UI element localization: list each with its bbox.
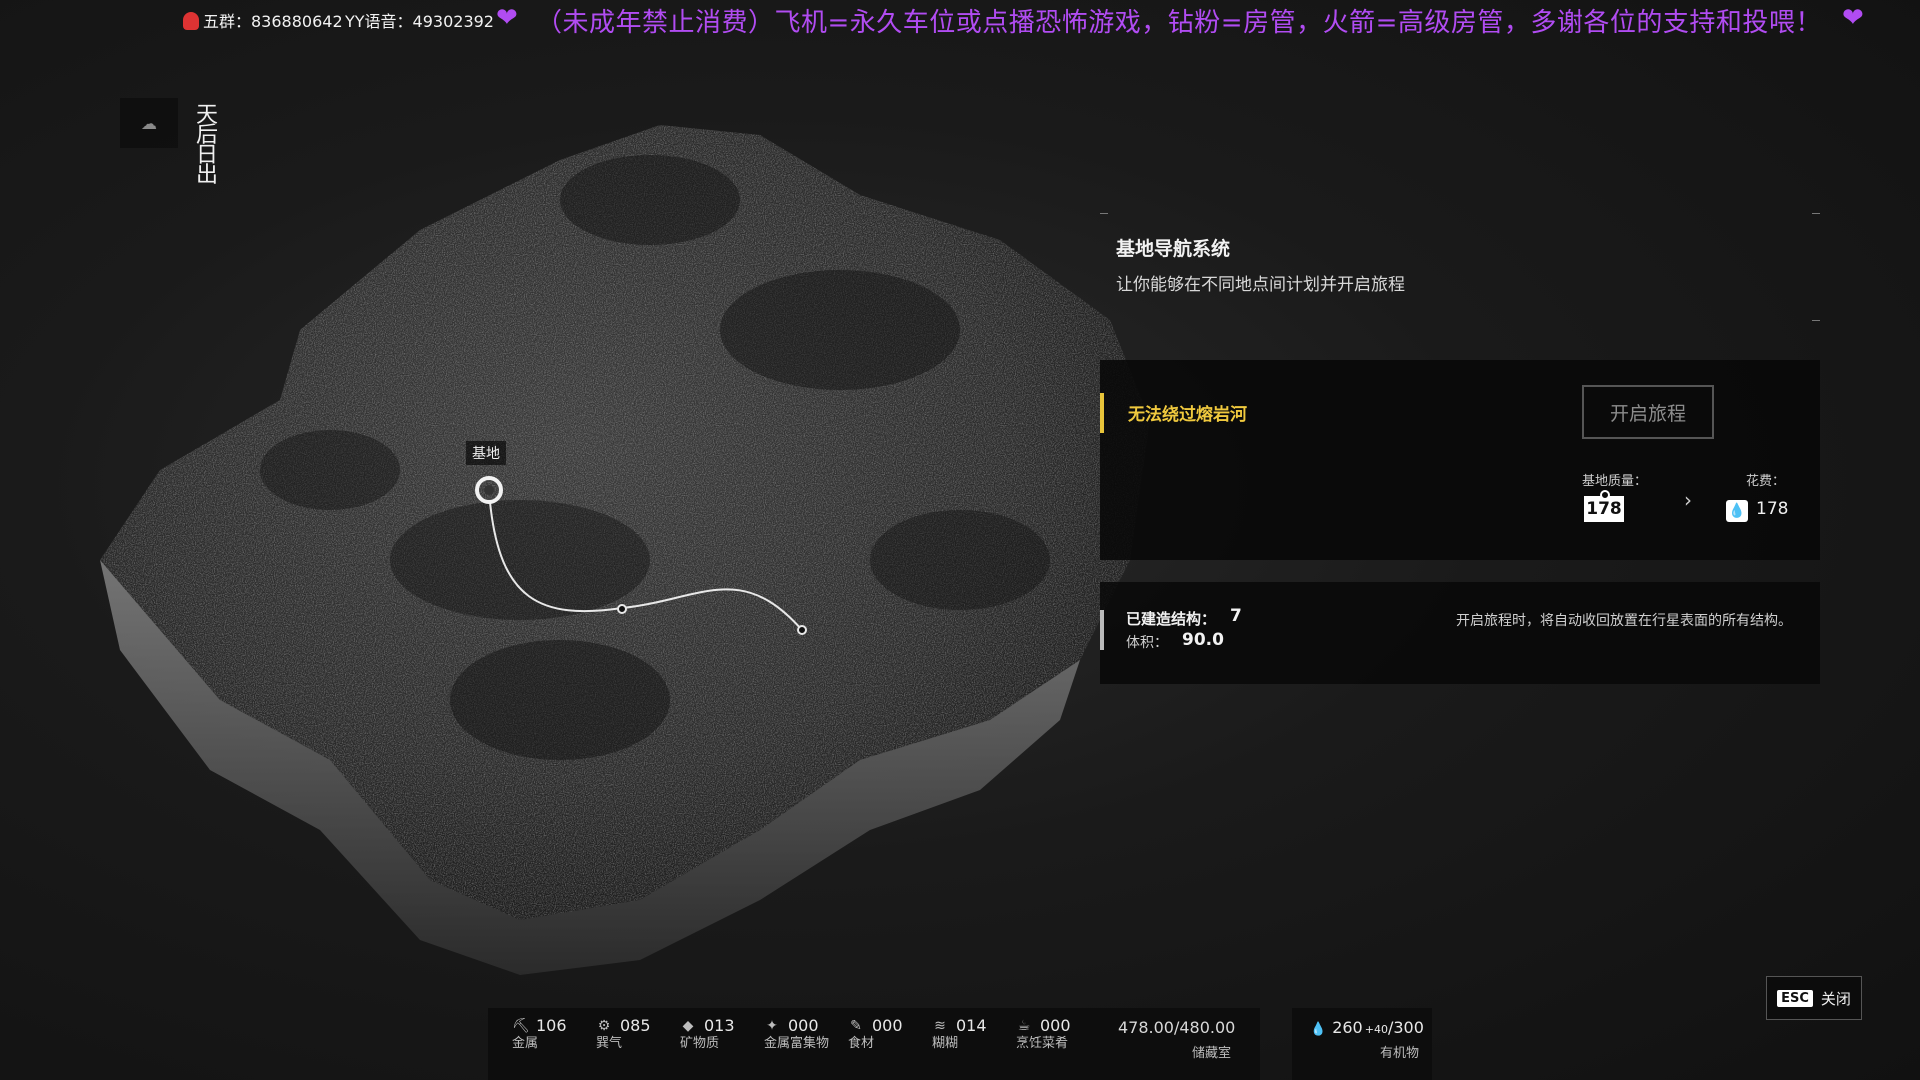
volume-value: 90.0	[1182, 630, 1224, 650]
resource-value: 106	[536, 1016, 567, 1035]
resource-value: 014	[956, 1016, 987, 1035]
structures-note: 开启旅程时，将自动收回放置在行星表面的所有结构。	[1456, 613, 1792, 629]
resource-value: 000	[1040, 1016, 1071, 1035]
cost-value: 178	[1756, 499, 1789, 519]
resource-paste: ≋ 014 糊糊	[932, 1016, 987, 1051]
resource-mineral: ◆ 013 矿物质	[680, 1016, 735, 1051]
mineral-icon: ◆	[682, 1017, 694, 1034]
resource-bar: ⛏ 106 金属 ⚙ 085 巽气 ◆ 013 矿物质 ✦ 000 金属富集物 ✎ 000…	[488, 1008, 1260, 1080]
organic-bar: 💧 260 +40 /300 有机物	[1292, 1008, 1432, 1080]
qq-group-text: 五群：836880642	[183, 8, 343, 32]
base-marker-core	[484, 485, 494, 495]
chevron-right-icon: ›	[1684, 488, 1692, 512]
warning-bar	[1100, 393, 1104, 433]
resource-metal-ore: ✦ 000 金属富集物	[764, 1016, 834, 1051]
built-structures-value: 7	[1230, 606, 1242, 626]
qq-icon	[183, 12, 199, 30]
paste-icon: ≋	[934, 1017, 946, 1034]
resource-name: 金属	[512, 1036, 539, 1051]
close-button[interactable]: ESC 关闭	[1766, 976, 1862, 1020]
storage-name: 储藏室	[1192, 1046, 1232, 1061]
esc-key-icon: ESC	[1777, 989, 1813, 1007]
base-mass-value: 178	[1584, 490, 1624, 522]
corner-tick	[1812, 320, 1820, 321]
base-mass-label: 基地质量：	[1582, 474, 1648, 489]
base-label: 基地	[466, 441, 506, 465]
resource-dish: ☕ 000 烹饪菜肴	[1016, 1016, 1071, 1051]
resource-value: 000	[788, 1016, 819, 1035]
resource-name: 烹饪菜肴	[1016, 1036, 1069, 1051]
dish-icon: ☕	[1017, 1017, 1031, 1034]
food-icon: ✎	[850, 1017, 862, 1034]
fuel-drop-icon: 💧	[1726, 500, 1748, 522]
weather-label: 天后日出	[196, 103, 219, 188]
yy-voice-text: YY语音：49302392	[345, 12, 494, 31]
ticker-message: （未成年禁止消费）飞机=永久车位或点播恐怖游戏，钻粉=房管，火箭=高级房管，多谢…	[536, 8, 1822, 38]
organic-name: 有机物	[1380, 1046, 1420, 1061]
built-structures-label: 已建造结构：	[1126, 610, 1217, 628]
gear-icon: ⚙	[597, 1017, 611, 1034]
resource-metal: ⛏ 106 金属	[512, 1016, 567, 1051]
organic-max: /300	[1387, 1018, 1424, 1037]
metal-icon: ⛏	[512, 1017, 530, 1034]
stream-ticker: 五群：836880642 YY语音：49302392 ❤ （未成年禁止消费）飞机…	[0, 0, 1920, 40]
storage-value: 478.00/480.00	[1118, 1018, 1236, 1037]
resource-name: 矿物质	[680, 1036, 720, 1051]
corner-tick	[1812, 213, 1820, 214]
route-destination[interactable]	[797, 625, 807, 635]
resource-gas: ⚙ 085 巽气	[596, 1016, 651, 1051]
resource-value: 085	[620, 1016, 651, 1035]
heart-icon: ❤	[496, 3, 518, 33]
organic-value: 260	[1332, 1018, 1363, 1037]
resource-name: 糊糊	[932, 1036, 959, 1051]
game-screen: 基地 五群：836880642 YY语音：49302392 ❤ （未成年禁止消费…	[0, 0, 1920, 1080]
organic-drop-icon: 💧	[1310, 1022, 1327, 1037]
route-warning: 无法绕过熔岩河	[1128, 405, 1247, 425]
resource-name: 食材	[848, 1036, 875, 1051]
close-label: 关闭	[1820, 989, 1851, 1008]
nav-title: 基地导航系统	[1116, 238, 1231, 260]
route-waypoint[interactable]	[617, 604, 627, 614]
corner-tick	[1100, 213, 1108, 214]
route-panel: 无法绕过熔岩河 开启旅程 基地质量： 178 › 花费： 💧 178	[1100, 360, 1820, 560]
resource-name: 金属富集物	[764, 1036, 830, 1051]
heart-icon: ❤	[1842, 3, 1864, 33]
structures-bar	[1100, 610, 1104, 650]
organic-row: 💧 260 +40 /300	[1310, 1018, 1424, 1037]
resource-value: 013	[704, 1016, 735, 1035]
start-journey-button[interactable]: 开启旅程	[1582, 385, 1714, 439]
structures-panel: 已建造结构： 7 体积： 90.0 开启旅程时，将自动收回放置在行星表面的所有结…	[1100, 582, 1820, 684]
resource-value: 000	[872, 1016, 903, 1035]
terrain	[100, 125, 1150, 975]
cost-label: 花费：	[1746, 474, 1786, 489]
volume-label: 体积：	[1126, 635, 1168, 651]
nav-description: 让你能够在不同地点间计划并开启旅程	[1116, 275, 1405, 295]
resource-food: ✎ 000 食材	[848, 1016, 903, 1051]
metal-ore-icon: ✦	[766, 1017, 778, 1034]
organic-bonus: +40	[1364, 1023, 1388, 1036]
cloud-sun-icon: ☁	[141, 113, 157, 133]
weather-badge: ☁	[120, 98, 178, 148]
resource-name: 巽气	[596, 1036, 623, 1051]
